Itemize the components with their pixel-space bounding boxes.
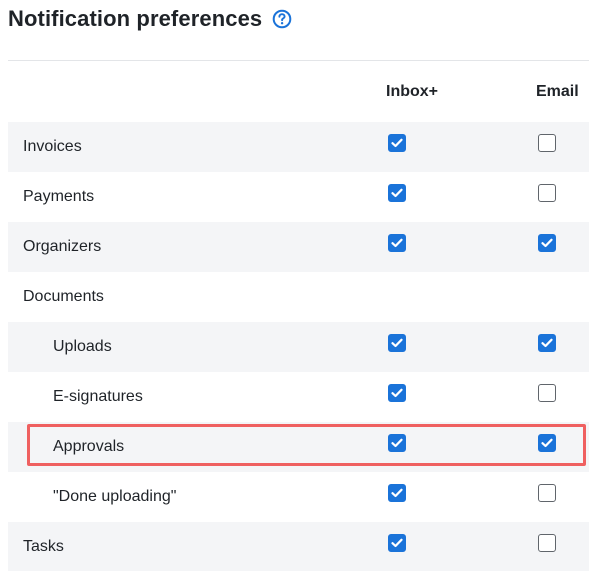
inbox-checkbox[interactable] <box>388 234 406 252</box>
row-label: E-signatures <box>53 388 143 405</box>
email-checkbox[interactable] <box>538 384 556 402</box>
inbox-checkbox[interactable] <box>388 334 406 352</box>
help-icon[interactable] <box>272 9 292 29</box>
inbox-checkbox[interactable] <box>388 184 406 202</box>
inbox-checkbox[interactable] <box>388 534 406 552</box>
email-checkbox[interactable] <box>538 434 556 452</box>
inbox-checkbox[interactable] <box>388 484 406 502</box>
table-row: Organizers <box>8 222 589 272</box>
table-header: Inbox+ Email <box>8 60 589 122</box>
inbox-column-header: Inbox+ <box>386 83 439 100</box>
row-label: Tasks <box>23 538 64 555</box>
row-label: Payments <box>23 188 95 205</box>
table-row: Documents <box>8 272 589 322</box>
email-checkbox[interactable] <box>538 484 556 502</box>
table-row: Payments <box>8 172 589 222</box>
row-label: Uploads <box>53 338 112 355</box>
email-checkbox[interactable] <box>538 184 556 202</box>
title-row: Notification preferences <box>8 4 292 34</box>
email-column-header: Email <box>536 83 579 100</box>
email-checkbox[interactable] <box>538 534 556 552</box>
table-row: Approvals <box>8 422 589 472</box>
table-row: Tasks <box>8 522 589 571</box>
row-label: Approvals <box>53 438 125 455</box>
table-row: Uploads <box>8 322 589 372</box>
table-row: E-signatures <box>8 372 589 422</box>
preferences-table: Inbox+ Email Invoices Payments Organizers D… <box>8 60 589 571</box>
email-checkbox[interactable] <box>538 134 556 152</box>
row-label: "Done uploading" <box>53 488 177 505</box>
inbox-checkbox[interactable] <box>388 384 406 402</box>
table-row: Invoices <box>8 122 589 172</box>
inbox-checkbox[interactable] <box>388 434 406 452</box>
table-row: "Done uploading" <box>8 472 589 522</box>
page-title: Notification preferences <box>8 6 263 31</box>
table-body: Invoices Payments Organizers Documents Uploa… <box>8 122 589 571</box>
row-label: Organizers <box>23 238 102 255</box>
row-label: Documents <box>23 288 104 305</box>
inbox-checkbox[interactable] <box>388 134 406 152</box>
email-checkbox[interactable] <box>538 334 556 352</box>
notification-preferences-page: Notification preferences Inbox+ Email In… <box>0 0 589 571</box>
email-checkbox[interactable] <box>538 234 556 252</box>
row-label: Invoices <box>23 138 82 155</box>
